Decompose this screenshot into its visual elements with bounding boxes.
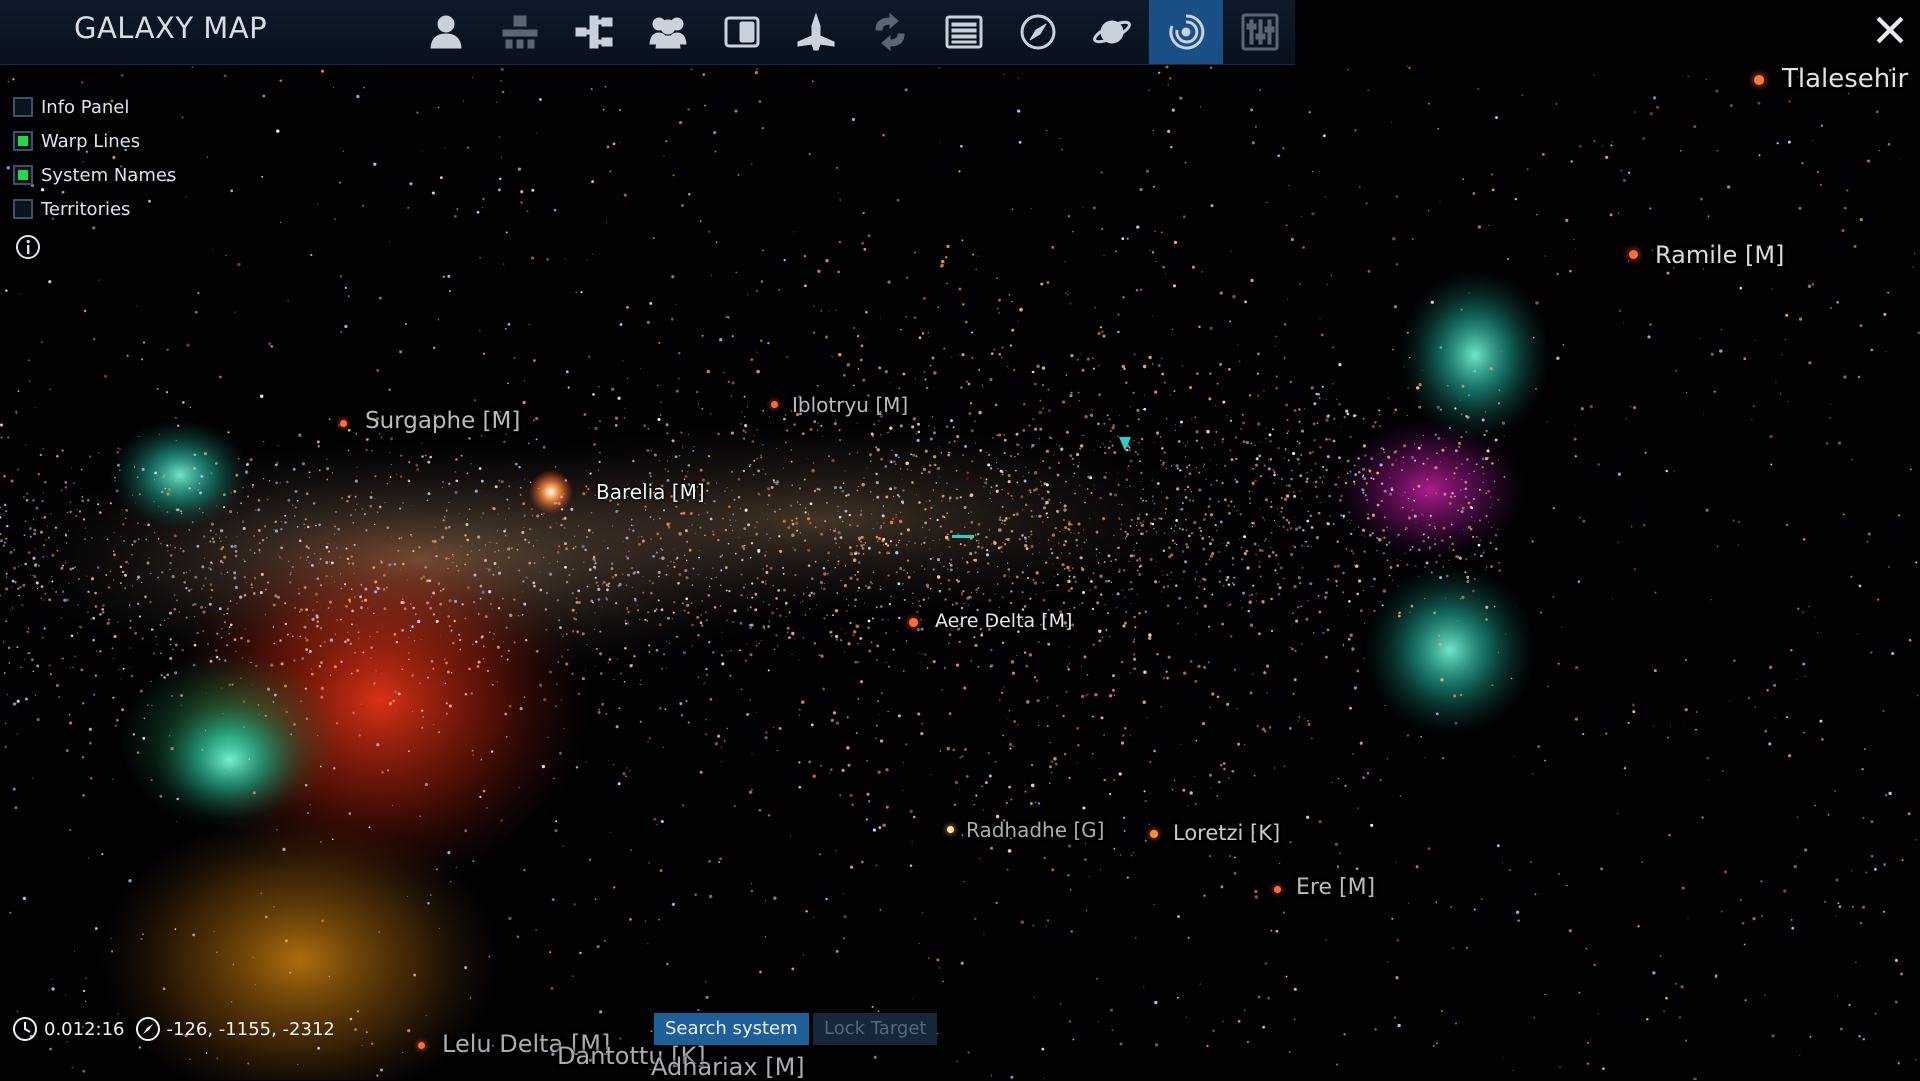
system-star-tlalesehir[interactable]	[1754, 75, 1764, 85]
game-time: 0.012:16	[44, 1019, 125, 1040]
system-star-ramile[interactable]	[1629, 250, 1638, 259]
system-star-radhadhe[interactable]	[947, 826, 954, 833]
list-icon	[944, 12, 984, 52]
warp-lines-checkbox[interactable]	[13, 131, 33, 151]
option-system-names[interactable]: System Names	[13, 158, 176, 192]
system-label-ramile[interactable]: Ramile [M]	[1655, 241, 1784, 269]
system-label-surgaphe[interactable]: Surgaphe [M]	[365, 408, 520, 434]
system-star-surgaphe[interactable]	[340, 420, 347, 427]
map-overlay-options: Info Panel Warp Lines System Names Terri…	[13, 90, 176, 226]
galaxy-icon	[1166, 12, 1206, 52]
search-system-button[interactable]: Search system	[654, 1013, 809, 1045]
close-button[interactable]	[1868, 6, 1912, 54]
journal-tab[interactable]	[705, 0, 779, 64]
ship-icon	[796, 12, 836, 52]
network-tab[interactable]	[557, 0, 631, 64]
territories-label: Territories	[41, 199, 130, 220]
system-star-ere[interactable]	[1274, 886, 1281, 893]
option-territories[interactable]: Territories	[13, 192, 176, 226]
crew-tab[interactable]	[631, 0, 705, 64]
settings-sliders-icon	[1240, 12, 1280, 52]
journal-icon	[722, 12, 762, 52]
coordinates-readout: -126, -1155, -2312	[167, 1019, 335, 1040]
player-icon	[426, 12, 466, 52]
system-star-aere-delta[interactable]	[909, 618, 918, 627]
system-label-loretzi[interactable]: Loretzi [K]	[1173, 821, 1280, 845]
system-label-adhariax[interactable]: Adhariax [M]	[651, 1053, 805, 1081]
stations-tab[interactable]	[483, 0, 557, 64]
network-icon	[574, 12, 614, 52]
info-panel-label: Info Panel	[41, 97, 129, 118]
top-bar: GALAXY MAP	[0, 0, 1295, 65]
system-label-tlalesehir[interactable]: Tlalesehir	[1782, 64, 1908, 94]
compass-coords-icon	[135, 1016, 161, 1042]
galaxy-tab[interactable]	[1149, 0, 1223, 64]
player-tab[interactable]	[409, 0, 483, 64]
info-icon[interactable]	[15, 234, 41, 260]
trade-icon	[870, 12, 910, 52]
navigation-tab[interactable]	[1001, 0, 1075, 64]
stations-icon	[500, 12, 540, 52]
starfield	[0, 0, 1920, 1080]
planet-icon	[1092, 12, 1132, 52]
system-star-iblotryu[interactable]	[771, 401, 778, 408]
clock-icon	[12, 1016, 38, 1042]
trade-tab[interactable]	[853, 0, 927, 64]
system-label-aere-delta[interactable]: Aere Delta [M]	[935, 610, 1072, 632]
system-label-barelia[interactable]: Barelia [M]	[596, 480, 705, 504]
lock-target-button[interactable]: Lock Target	[813, 1013, 937, 1045]
system-label-radhadhe[interactable]: Radhadhe [G]	[966, 818, 1104, 842]
ship-tab[interactable]	[779, 0, 853, 64]
planets-tab[interactable]	[1075, 0, 1149, 64]
list-tab[interactable]	[927, 0, 1001, 64]
galaxy-viewport[interactable]	[0, 0, 1920, 1080]
toolbar	[409, 0, 1297, 64]
close-icon	[1873, 13, 1907, 47]
system-star-loretzi[interactable]	[1150, 830, 1158, 838]
warp-lines-label: Warp Lines	[41, 131, 140, 152]
system-label-iblotryu[interactable]: Iblotryu [M]	[792, 393, 908, 417]
system-label-ere[interactable]: Ere [M]	[1296, 875, 1375, 900]
territories-checkbox[interactable]	[13, 199, 33, 219]
compass-icon	[1018, 12, 1058, 52]
system-names-checkbox[interactable]	[13, 165, 33, 185]
settings-tab[interactable]	[1223, 0, 1297, 64]
window-title: GALAXY MAP	[74, 11, 267, 45]
option-warp-lines[interactable]: Warp Lines	[13, 124, 176, 158]
crew-icon	[648, 12, 688, 52]
option-info-panel[interactable]: Info Panel	[13, 90, 176, 124]
info-panel-checkbox[interactable]	[13, 97, 33, 117]
system-star-lelu-delta[interactable]	[418, 1042, 425, 1049]
system-names-label: System Names	[41, 165, 176, 186]
status-bar: 0.012:16 -126, -1155, -2312	[12, 1016, 335, 1042]
